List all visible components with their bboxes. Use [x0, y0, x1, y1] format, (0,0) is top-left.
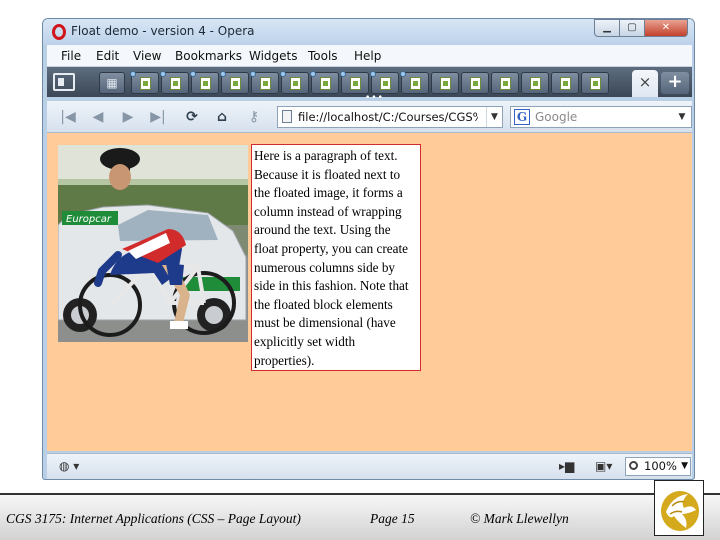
page-icon	[290, 77, 301, 90]
footer-course: CGS 3175: Internet Applications (CSS – P…	[6, 511, 301, 526]
address-dropdown-icon[interactable]: ▼	[486, 107, 502, 127]
new-tab-button[interactable]: +	[661, 72, 689, 94]
page-icon	[560, 77, 571, 90]
zoom-value: 100%	[644, 459, 677, 473]
tab-grid-icon[interactable]: ▦	[99, 72, 125, 94]
page-icon	[350, 77, 361, 90]
slide: Float demo - version 4 - Opera ▁ ▢ ✕ Fil…	[0, 0, 720, 540]
browser-window: Float demo - version 4 - Opera ▁ ▢ ✕ Fil…	[42, 18, 695, 480]
image-view-icon[interactable]: ▣▾	[595, 459, 612, 473]
google-icon[interactable]: G	[514, 109, 530, 125]
window-title: Float demo - version 4 - Opera	[71, 24, 255, 38]
tab[interactable]	[551, 72, 579, 94]
search-placeholder: Google	[535, 110, 578, 124]
title-bar: Float demo - version 4 - Opera ▁ ▢ ✕	[43, 19, 694, 45]
page-icon	[380, 77, 391, 90]
floated-paragraph: Here is a paragraph of text. Because it …	[254, 148, 409, 368]
page-icon	[260, 77, 271, 90]
cyclist-image: Europcar	[58, 145, 248, 342]
page-icon	[230, 77, 241, 90]
status-bar: ◍ ▾ ▸▆ ▣▾ 100% ▼	[47, 453, 692, 479]
page-icon	[470, 77, 481, 90]
menu-bar: File Edit View Bookmarks Widgets Tools H…	[47, 45, 692, 67]
forward-icon[interactable]: ▶	[115, 106, 141, 128]
menu-help[interactable]: Help	[354, 49, 381, 63]
slide-footer: CGS 3175: Internet Applications (CSS – P…	[0, 493, 720, 540]
page-icon	[500, 77, 511, 90]
rewind-icon[interactable]: |◀	[55, 106, 81, 128]
tab[interactable]	[130, 71, 159, 94]
navigation-bar: |◀ ◀ ▶ ▶| ⟳ ⌂ ⚷ file://localhost/C:/Cour…	[47, 101, 692, 133]
search-dropdown-icon[interactable]: ▼	[675, 107, 689, 127]
file-icon	[282, 110, 292, 123]
page-icon	[140, 77, 151, 90]
panel-toggle-icon[interactable]	[53, 73, 75, 91]
media-icon[interactable]: ▸▆	[559, 459, 574, 473]
address-text[interactable]: file://localhost/C:/Courses/CGS%2	[298, 110, 478, 124]
car-brand-text: Europcar	[66, 214, 112, 225]
tab[interactable]	[280, 71, 309, 94]
security-key-icon[interactable]: ⚷	[241, 106, 267, 128]
tab[interactable]	[400, 71, 429, 94]
menu-file[interactable]: File	[61, 49, 81, 63]
minimize-button[interactable]: ▁	[594, 19, 620, 37]
tab[interactable]	[250, 71, 279, 94]
menu-widgets[interactable]: Widgets	[249, 49, 298, 63]
page-icon	[320, 77, 331, 90]
page-viewport: Europcar Here is a paragraph of text. Be…	[47, 133, 692, 451]
zoom-control[interactable]: 100% ▼	[625, 457, 691, 476]
zoom-magnifier-icon	[629, 461, 638, 470]
back-icon[interactable]: ◀	[85, 106, 111, 128]
cyclist-photo: Europcar	[58, 145, 248, 342]
menu-view[interactable]: View	[133, 49, 161, 63]
close-window-button[interactable]: ✕	[644, 19, 688, 37]
zoom-dropdown-icon[interactable]: ▼	[681, 458, 688, 475]
tab[interactable]	[461, 72, 489, 94]
maximize-button[interactable]: ▢	[619, 19, 645, 37]
page-icon	[440, 77, 451, 90]
tab[interactable]	[310, 71, 339, 94]
tab[interactable]	[431, 72, 459, 94]
tab[interactable]	[340, 71, 369, 94]
home-icon[interactable]: ⌂	[209, 106, 235, 128]
page-icon	[170, 77, 181, 90]
floated-paragraph-box: Here is a paragraph of text. Because it …	[251, 144, 421, 371]
menu-edit[interactable]: Edit	[96, 49, 119, 63]
close-tab-button[interactable]: ×	[632, 70, 658, 97]
pegasus-logo-icon	[661, 491, 699, 531]
menu-bookmarks[interactable]: Bookmarks	[175, 49, 242, 63]
window-controls: ▁ ▢ ✕	[594, 19, 688, 37]
page-icon	[590, 77, 601, 90]
opera-logo-icon	[52, 24, 66, 40]
tab[interactable]	[370, 71, 399, 94]
page-icon	[530, 77, 541, 90]
reload-icon[interactable]: ⟳	[179, 106, 205, 128]
fast-forward-icon[interactable]: ▶|	[145, 106, 171, 128]
search-field[interactable]: G Google ▼	[510, 106, 692, 128]
page-icon	[200, 77, 211, 90]
tab[interactable]	[521, 72, 549, 94]
menu-tools[interactable]: Tools	[308, 49, 338, 63]
tab[interactable]	[190, 71, 219, 94]
tab[interactable]	[581, 72, 609, 94]
ucf-pegasus-logo	[654, 480, 704, 536]
footer-page-number: Page 15	[370, 511, 415, 526]
address-field[interactable]: file://localhost/C:/Courses/CGS%2 ▼	[277, 106, 503, 128]
footer-copyright: © Mark Llewellyn	[470, 511, 569, 526]
page-icon	[410, 77, 421, 90]
tab[interactable]	[160, 71, 189, 94]
tab[interactable]	[491, 72, 519, 94]
speed-dial-icon[interactable]: ◍ ▾	[59, 459, 79, 473]
tab[interactable]	[220, 71, 249, 94]
